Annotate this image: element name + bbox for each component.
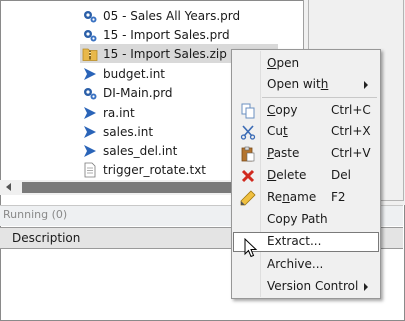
gear-report-icon — [82, 8, 98, 24]
menu-item-cut[interactable]: Cut Ctrl+X — [233, 122, 379, 142]
file-row[interactable]: 05 - Sales All Years.prd — [82, 6, 240, 25]
file-name: 05 - Sales All Years.prd — [103, 8, 241, 23]
menu-item-label: Rename — [267, 190, 317, 204]
file-row[interactable]: 15 - Import Sales.prd — [82, 25, 230, 44]
file-row[interactable]: trigger_rotate.txt — [82, 160, 206, 179]
menu-item-label: Version Control — [267, 279, 359, 293]
menu-item-label: Archive... — [267, 257, 324, 271]
file-row[interactable]: sales.int — [82, 122, 153, 141]
menu-item-label: Copy — [267, 103, 298, 117]
blue-flag-icon — [82, 66, 98, 82]
file-name: 15 - Import Sales.zip — [103, 46, 227, 61]
file-row[interactable]: sales_del.int — [82, 141, 177, 160]
file-name: budget.int — [103, 66, 166, 81]
submenu-arrow-icon — [364, 81, 368, 89]
menu-item-label: Open — [267, 56, 300, 70]
menu-item-label: Cut — [267, 124, 288, 138]
text-file-icon — [82, 162, 98, 178]
menu-item-version-control[interactable]: Version Control — [233, 277, 379, 297]
clipboard-paste-icon — [240, 146, 256, 162]
file-name: sales.int — [103, 124, 154, 139]
menu-item-copy-path[interactable]: Copy Path — [233, 210, 379, 230]
column-header-description[interactable]: Description — [12, 231, 80, 245]
menu-item-label: Extract... — [267, 234, 322, 248]
menu-item-paste[interactable]: Paste Ctrl+V — [233, 144, 379, 164]
menu-separator — [262, 97, 377, 98]
blue-flag-icon — [82, 143, 98, 159]
menu-item-open[interactable]: Open — [233, 54, 379, 74]
context-menu: Open Open with Copy Ctrl+C Cut Ctrl+X Pa… — [231, 49, 381, 299]
file-row[interactable]: budget.int — [82, 64, 165, 83]
copy-icon — [240, 103, 256, 119]
menu-item-delete[interactable]: Delete Del — [233, 166, 379, 186]
file-name: DI-Main.prd — [103, 85, 173, 100]
submenu-arrow-icon — [364, 283, 368, 291]
menu-shortcut: F2 — [331, 190, 346, 204]
menu-shortcut: Del — [331, 168, 351, 182]
menu-shortcut: Ctrl+C — [331, 103, 371, 117]
delete-x-icon — [240, 168, 256, 184]
blue-flag-icon — [82, 105, 98, 121]
pencil-icon — [240, 190, 256, 206]
blue-flag-icon — [82, 124, 98, 140]
mouse-pointer-icon — [244, 237, 258, 258]
menu-item-open-with[interactable]: Open with — [233, 75, 379, 95]
scroll-left-arrow-icon[interactable] — [6, 183, 11, 191]
scissors-icon — [240, 124, 256, 140]
menu-item-label: Paste — [267, 146, 300, 160]
gear-report-icon — [82, 27, 98, 43]
menu-item-rename[interactable]: Rename F2 — [233, 188, 379, 208]
menu-item-label: Delete — [267, 168, 307, 182]
menu-item-label: Open with — [267, 77, 329, 91]
menu-shortcut: Ctrl+V — [331, 146, 371, 160]
running-count-label: Running (0) — [3, 208, 68, 221]
gear-report-icon — [82, 85, 98, 101]
menu-item-label: Copy Path — [267, 212, 328, 226]
file-name: sales_del.int — [103, 143, 178, 158]
zip-folder-icon — [82, 46, 98, 62]
file-row[interactable]: DI-Main.prd — [82, 83, 173, 102]
file-row[interactable]: ra.int — [82, 103, 135, 122]
file-name: ra.int — [103, 105, 135, 120]
file-name: trigger_rotate.txt — [103, 162, 207, 177]
menu-shortcut: Ctrl+X — [331, 124, 371, 138]
menu-item-copy[interactable]: Copy Ctrl+C — [233, 101, 379, 121]
file-name: 15 - Import Sales.prd — [103, 27, 230, 42]
